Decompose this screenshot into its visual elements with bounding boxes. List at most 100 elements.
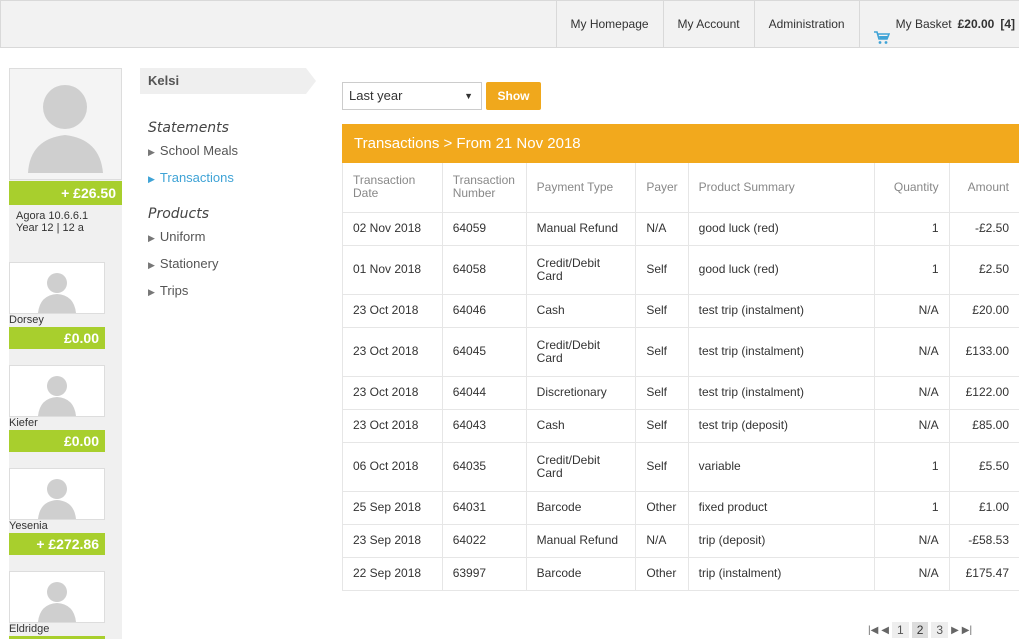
- cell-payer: Other: [635, 557, 689, 591]
- period-select[interactable]: Last year ▼: [342, 82, 482, 110]
- cell-amount: £1.00: [948, 491, 1019, 525]
- triangle-right-icon: ▶: [148, 260, 155, 270]
- first-page-icon[interactable]: |◀: [868, 625, 878, 636]
- col-product-summary[interactable]: Product Summary: [687, 163, 875, 213]
- nav-item-stationery[interactable]: ▶ Stationery: [148, 255, 328, 282]
- cell-quantity: N/A: [873, 409, 950, 443]
- cell-date: 02 Nov 2018: [342, 212, 443, 246]
- col-payer[interactable]: Payer: [635, 163, 689, 213]
- cell-quantity: 1: [873, 442, 950, 492]
- nav-item-trips[interactable]: ▶ Trips: [148, 282, 328, 309]
- cart-icon: [873, 18, 890, 44]
- cell-date: 06 Oct 2018: [342, 442, 443, 492]
- show-button[interactable]: Show: [486, 82, 541, 110]
- cell-payment-type: Barcode: [525, 491, 636, 525]
- col-transaction-date[interactable]: Transaction Date: [342, 163, 443, 213]
- next-page-icon[interactable]: ▶: [951, 625, 959, 636]
- period-select-value: Last year: [349, 88, 403, 103]
- cell-date: 23 Oct 2018: [342, 327, 443, 377]
- avatar: [9, 365, 105, 417]
- page-1[interactable]: 1: [892, 622, 909, 638]
- cell-amount: £5.50: [948, 442, 1019, 492]
- nav-item-school-meals[interactable]: ▶ School Meals: [148, 142, 328, 169]
- school-code: Agora 10.6.6.1: [16, 210, 89, 222]
- sibling-card[interactable]: Yesenia + £272.86: [9, 468, 105, 555]
- table-header-row: Transaction Date Transaction Number Paym…: [342, 163, 1019, 213]
- page-2[interactable]: 2: [911, 622, 929, 638]
- last-page-icon[interactable]: ▶|: [962, 625, 972, 636]
- my-basket-link[interactable]: My Basket £20.00 [4]: [858, 1, 1019, 48]
- cell-payment-type: Cash: [525, 409, 636, 443]
- cell-amount: £122.00: [948, 376, 1019, 410]
- basket-label: My Basket: [895, 17, 952, 31]
- col-transaction-number[interactable]: Transaction Number: [441, 163, 527, 213]
- cell-date: 22 Sep 2018: [342, 557, 443, 591]
- cell-amount: £133.00: [948, 327, 1019, 377]
- sibling-card[interactable]: Kiefer £0.00: [9, 365, 105, 452]
- cell-date: 25 Sep 2018: [342, 491, 443, 525]
- basket-total: £20.00: [957, 17, 995, 31]
- cell-product-summary: fixed product: [687, 491, 875, 525]
- cell-payment-type: Credit/Debit Card: [525, 245, 636, 295]
- cell-quantity: N/A: [873, 294, 950, 328]
- student-name-tab: Kelsi: [140, 68, 316, 94]
- my-account-link[interactable]: My Account: [662, 1, 754, 48]
- avatar: [9, 571, 105, 623]
- cell-amount: £20.00: [948, 294, 1019, 328]
- page-3[interactable]: 3: [931, 622, 949, 638]
- person-silhouette-icon: [38, 479, 76, 519]
- col-amount[interactable]: Amount: [948, 163, 1019, 213]
- administration-link[interactable]: Administration: [753, 1, 859, 48]
- cell-date: 23 Oct 2018: [342, 376, 443, 410]
- pagination: |◀ ◀ 1 2 3 ▶ ▶|: [868, 622, 972, 638]
- sibling-name: Yesenia: [9, 520, 48, 532]
- cell-number: 64035: [441, 442, 527, 492]
- cell-payer: Self: [635, 409, 689, 443]
- previous-page-icon[interactable]: ◀: [881, 625, 889, 636]
- cell-product-summary: test trip (deposit): [687, 409, 875, 443]
- sibling-card[interactable]: Dorsey £0.00: [9, 262, 105, 349]
- cell-product-summary: trip (instalment): [687, 557, 875, 591]
- student-balance: + £26.50: [9, 181, 122, 205]
- cell-payment-type: Cash: [525, 294, 636, 328]
- nav-item-uniform[interactable]: ▶ Uniform: [148, 228, 328, 255]
- cell-payer: N/A: [635, 212, 689, 246]
- products-heading: Products: [148, 206, 210, 222]
- cell-payment-type: Credit/Debit Card: [525, 442, 636, 492]
- col-payment-type[interactable]: Payment Type: [525, 163, 636, 213]
- student-meta: Agora 10.6.6.1 Year 12 | 12 a: [16, 210, 121, 234]
- my-homepage-link[interactable]: My Homepage: [555, 1, 663, 48]
- nav-item-label: Transactions: [159, 170, 234, 185]
- cell-quantity: 1: [873, 491, 950, 525]
- cell-date: 23 Sep 2018: [342, 524, 443, 558]
- table-row: 23 Sep 2018 64022 Manual Refund N/A trip (de…: [342, 524, 1019, 558]
- cell-number: 64045: [441, 327, 527, 377]
- cell-payment-type: Credit/Debit Card: [525, 327, 636, 377]
- table-row: 23 Oct 2018 64043 Cash Self test trip (depos…: [342, 409, 1019, 443]
- cell-payer: Self: [635, 376, 689, 410]
- caret-down-icon: ▼: [464, 91, 473, 101]
- sibling-balance: £0.00: [9, 327, 105, 349]
- col-quantity[interactable]: Quantity: [873, 163, 950, 213]
- basket-count: [4]: [1000, 17, 1015, 31]
- nav-item-transactions[interactable]: ▶ Transactions: [148, 169, 328, 196]
- cell-number: 64022: [441, 524, 527, 558]
- cell-product-summary: test trip (instalment): [687, 376, 875, 410]
- student-name: Kelsi: [148, 73, 180, 88]
- top-nav: My Homepage My Account Administration My…: [555, 1, 1019, 48]
- cell-product-summary: good luck (red): [687, 245, 875, 295]
- top-bar: My Homepage My Account Administration My…: [0, 0, 1019, 48]
- cell-number: 64058: [441, 245, 527, 295]
- side-nav: Statements ▶ School Meals ▶ Transactions P…: [148, 120, 328, 309]
- cell-product-summary: test trip (instalment): [687, 294, 875, 328]
- cell-date: 23 Oct 2018: [342, 409, 443, 443]
- cell-payer: Self: [635, 245, 689, 295]
- cell-payer: Self: [635, 442, 689, 492]
- person-silhouette-icon: [38, 273, 76, 313]
- sibling-card[interactable]: Eldridge: [9, 571, 105, 639]
- cell-amount: £2.50: [948, 245, 1019, 295]
- table-row: 06 Oct 2018 64035 Credit/Debit Card Self var…: [342, 442, 1019, 492]
- cell-payer: Self: [635, 294, 689, 328]
- cell-quantity: N/A: [873, 327, 950, 377]
- cell-number: 64059: [441, 212, 527, 246]
